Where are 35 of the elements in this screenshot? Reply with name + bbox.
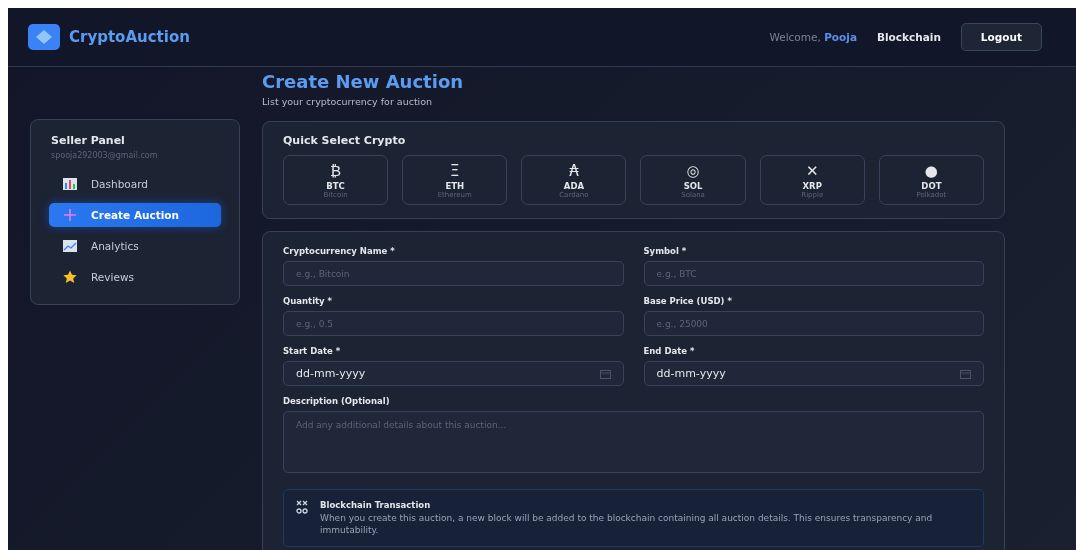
sidebar-item[interactable]: Create Auction [49,203,221,227]
date-field[interactable]: dd-mm-yyyy [643,361,984,386]
app-logo-text: CryptoAuction [69,28,190,46]
welcome-text: Welcome, Pooja [769,31,857,43]
field-label: End Date * [643,346,696,356]
line-chart-icon [63,239,77,253]
sidebar-item[interactable]: Dashboard [49,172,221,196]
input-field[interactable]: e.g., Bitcoin [283,261,624,286]
date-field[interactable]: dd-mm-yyyy [283,361,624,386]
logo-icon [28,24,60,50]
star-icon [63,270,77,284]
field-label: Description (Optional) [283,396,391,406]
section-title: Quick Select Crypto [283,134,407,147]
user-email: spooja292003@gmail.com [51,151,159,160]
info-text: When you create this auction, a new block will be added to the blockchain containing all auction details. This ensures transparency and immutability. [320,513,934,537]
field-label: Start Date * [283,346,342,356]
calendar-icon [960,368,971,379]
field-label: Cryptocurrency Name * [283,246,396,256]
field-label: Symbol * [643,246,688,256]
page-title: Create New Auction [262,71,465,92]
sidebar-item[interactable]: Analytics [49,234,221,258]
panel-title: Seller Panel [51,134,126,147]
bar-chart-icon [63,177,77,191]
input-field[interactable]: e.g., 0.5 [283,311,624,336]
description-field[interactable]: Add any additional details about this auction... [283,411,984,473]
info-title: Blockchain Transaction [320,500,432,510]
plus-icon [63,208,77,222]
field-label: Base Price (USD) * [643,296,733,306]
sidebar-item[interactable]: Reviews [49,265,221,289]
logout-button[interactable]: Logout [960,23,1042,51]
chain-icon [296,500,308,514]
page-subtitle: List your cryptocurrency for auction [262,96,434,107]
calendar-icon [599,368,611,379]
field-label: Quantity * [283,296,334,306]
nav-link[interactable]: Blockchain [876,31,941,43]
